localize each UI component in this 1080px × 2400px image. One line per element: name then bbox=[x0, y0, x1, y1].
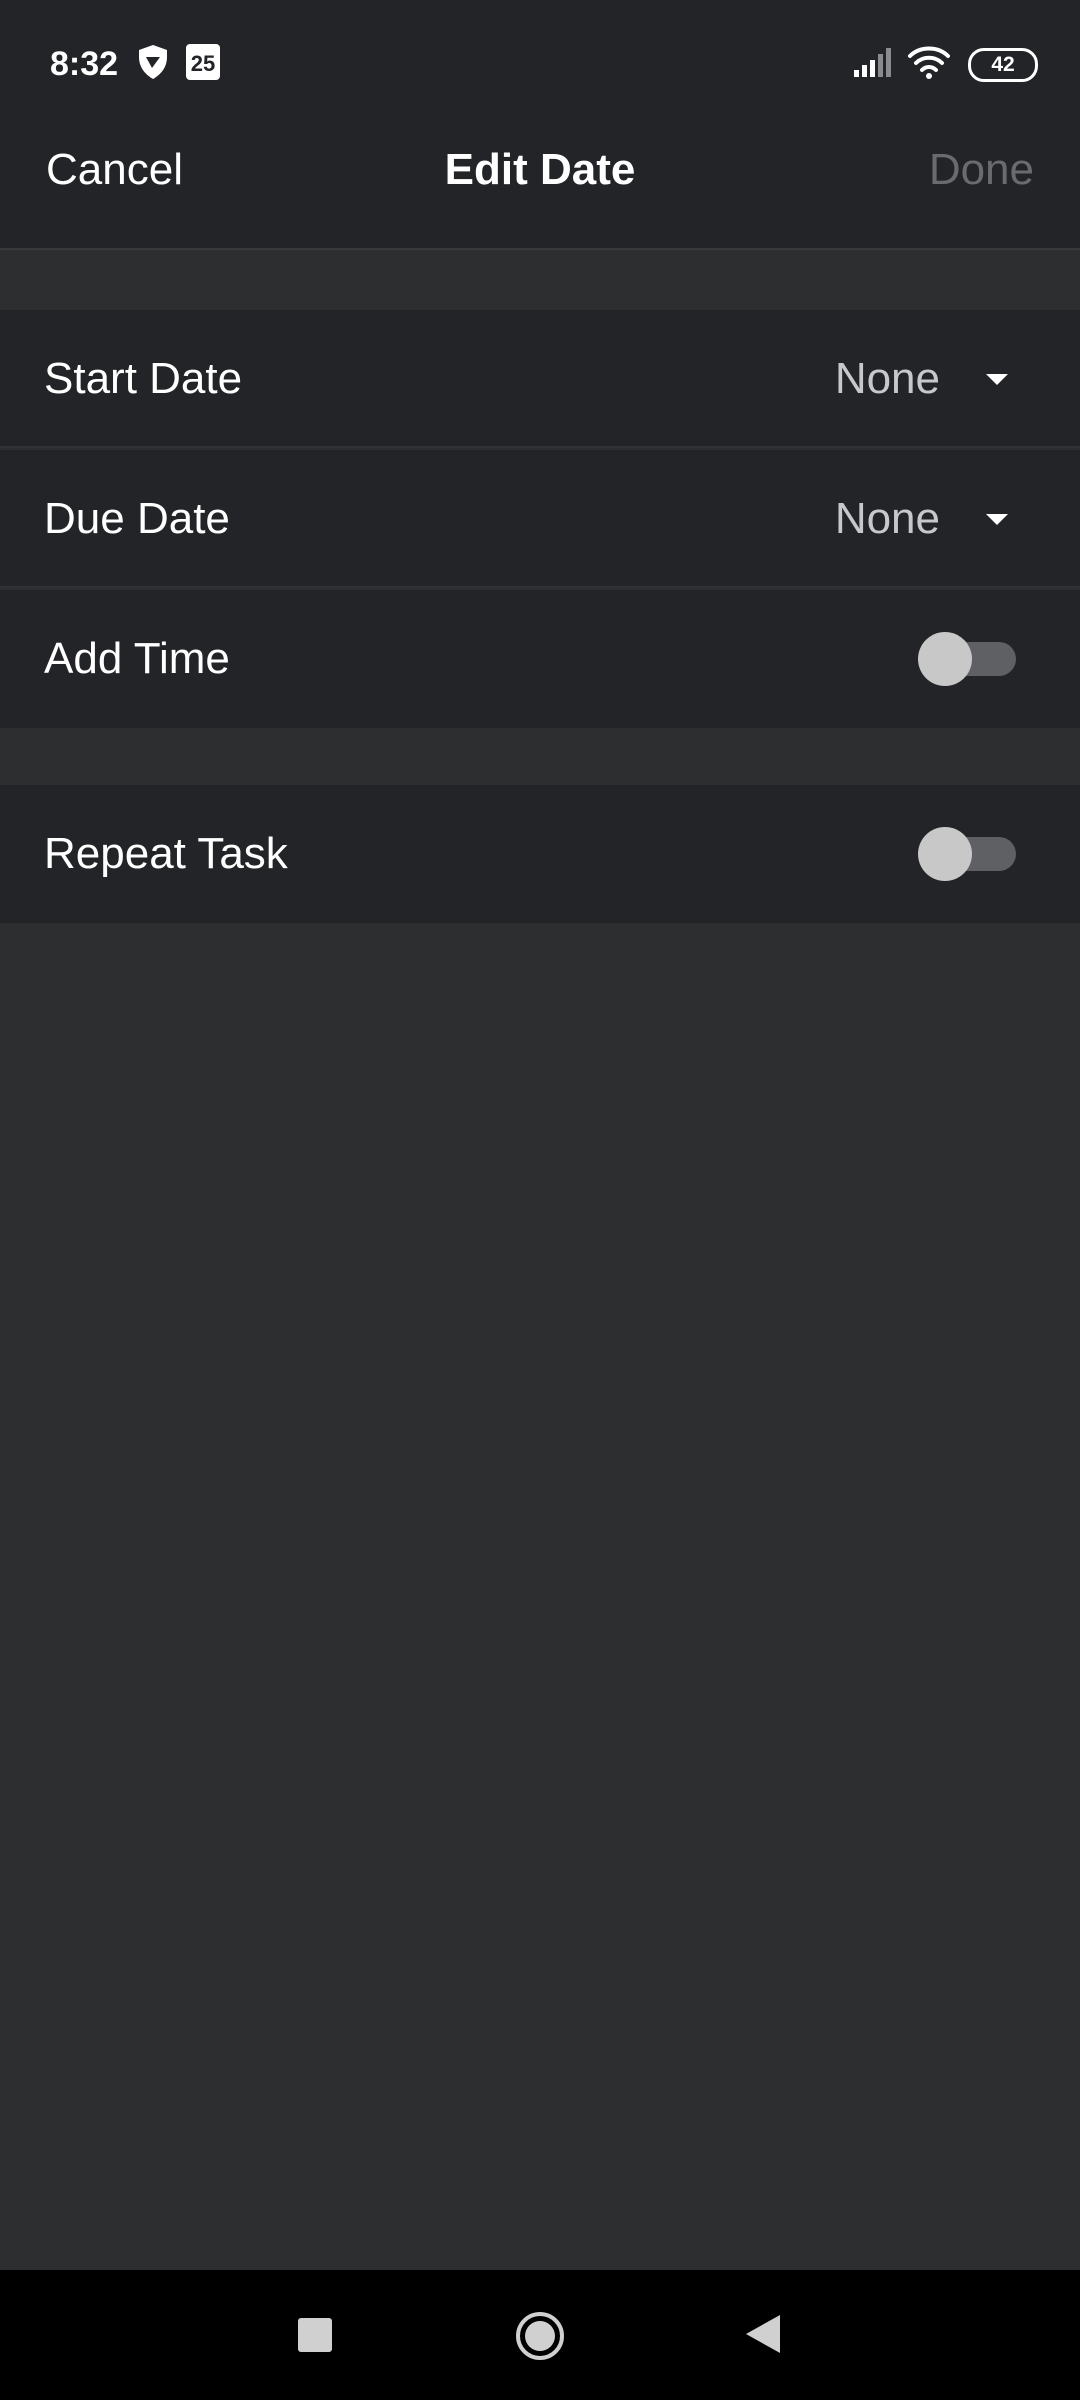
status-time: 8:32 bbox=[50, 45, 119, 83]
system-navigation-bar bbox=[0, 2270, 1080, 2400]
due-date-label: Due Date bbox=[44, 494, 230, 543]
home-icon bbox=[516, 2312, 564, 2360]
add-time-row: Add Time bbox=[0, 590, 1080, 728]
repeat-task-toggle[interactable] bbox=[918, 827, 1018, 881]
chevron-down-icon[interactable] bbox=[986, 374, 1008, 385]
start-date-label: Start Date bbox=[44, 354, 243, 403]
shield-app-icon bbox=[139, 45, 167, 79]
wifi-icon bbox=[908, 46, 950, 79]
repeat-task-label: Repeat Task bbox=[44, 829, 288, 878]
repeat-task-row: Repeat Task bbox=[0, 785, 1080, 923]
home-button[interactable] bbox=[480, 2270, 600, 2400]
toggle-thumb bbox=[918, 632, 972, 686]
back-button[interactable] bbox=[702, 2270, 822, 2400]
calendar-day: 25 bbox=[190, 51, 216, 76]
due-date-row[interactable]: Due Date None bbox=[0, 450, 1080, 588]
add-time-toggle[interactable] bbox=[918, 632, 1018, 686]
toggle-thumb bbox=[918, 827, 972, 881]
recents-button[interactable] bbox=[256, 2270, 376, 2400]
back-icon bbox=[746, 2315, 780, 2353]
signal-icon bbox=[854, 48, 891, 77]
start-date-value[interactable]: None bbox=[835, 310, 940, 448]
calendar-icon: 25 bbox=[186, 44, 220, 80]
battery-icon: 42 bbox=[968, 48, 1038, 82]
due-date-value[interactable]: None bbox=[835, 450, 940, 588]
start-date-row[interactable]: Start Date None bbox=[0, 310, 1080, 448]
add-time-label: Add Time bbox=[44, 634, 230, 683]
recents-icon bbox=[298, 2318, 332, 2352]
done-button[interactable]: Done bbox=[929, 140, 1034, 200]
chevron-down-icon[interactable] bbox=[986, 514, 1008, 525]
edit-date-screen: 8:32 25 42 Cancel Edit Date Done Start D… bbox=[0, 0, 1080, 2400]
cancel-button[interactable]: Cancel bbox=[46, 140, 183, 200]
app-bar: 8:32 25 42 Cancel Edit Date Done bbox=[0, 0, 1080, 250]
